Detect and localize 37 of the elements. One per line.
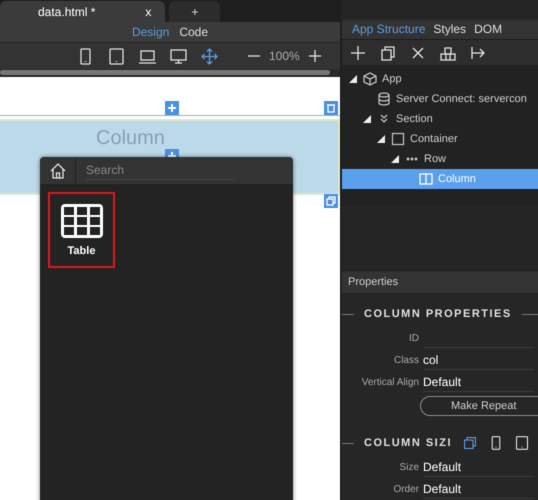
view-mode-tab[interactable]: Design [132, 25, 170, 39]
tree-item[interactable]: Container [342, 129, 538, 150]
panel-title: Properties [342, 271, 538, 294]
panel-tab[interactable]: App Structure [352, 22, 426, 36]
document-tab[interactable]: + [169, 1, 220, 22]
property-field[interactable]: Default [423, 372, 534, 392]
property-field[interactable]: Default [423, 458, 534, 477]
search-bar[interactable]: Search [40, 157, 293, 184]
make-repeat-button[interactable]: Make Repeat [420, 396, 538, 416]
panel-tab[interactable]: Styles [433, 22, 466, 36]
field-label: Order [392, 484, 420, 495]
property-field[interactable]: col [423, 350, 534, 370]
tree-item[interactable]: Row [342, 149, 538, 170]
column-label: Column [96, 127, 165, 150]
field-label: ID [408, 332, 420, 344]
close-tab-button[interactable]: x [145, 4, 152, 18]
tree-item[interactable]: Section [342, 109, 538, 130]
tree-label: App [382, 73, 402, 86]
tree-label: Row [424, 153, 446, 166]
tree-label: Container [410, 133, 458, 146]
field-label: Class [392, 354, 420, 366]
tree-label: Server Connect: servercon [396, 93, 527, 106]
search-field[interactable]: Search [86, 161, 236, 180]
tree-label: Section [396, 113, 433, 126]
property-field[interactable]: Default [423, 480, 534, 499]
tree-item[interactable]: App [342, 69, 538, 90]
component-tile[interactable]: Table [48, 192, 115, 268]
section-heading: COLUMN PROPERTIES [364, 308, 512, 320]
tree-label: Column [438, 173, 476, 186]
field-label: Size [398, 462, 420, 473]
panel-tab[interactable]: DOM [474, 22, 502, 36]
tree-item[interactable]: Server Connect: servercon [342, 89, 538, 110]
document-tab[interactable]: data.html * x [0, 1, 166, 22]
field-label: Vertical Align [360, 376, 420, 388]
zoom-level: 100% [269, 49, 300, 63]
section-heading: COLUMN SIZI [364, 437, 452, 450]
view-mode-tab[interactable]: Code [179, 25, 208, 39]
